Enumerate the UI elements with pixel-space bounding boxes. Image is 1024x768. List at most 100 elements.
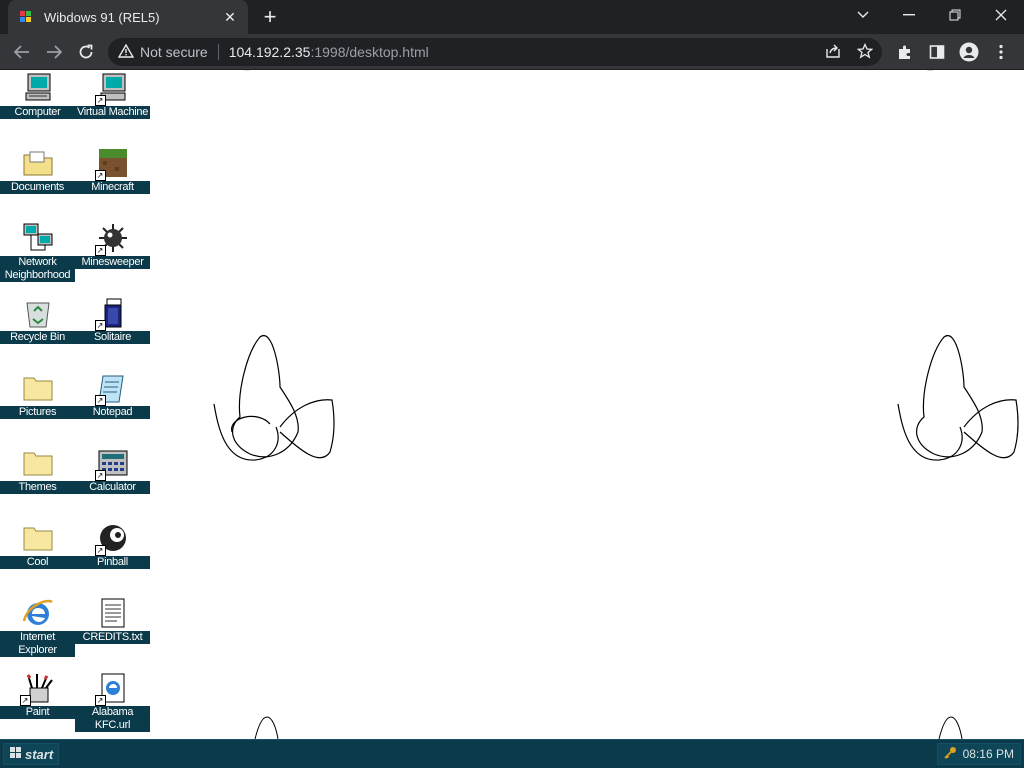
shortcut-arrow-icon: ↗ (94, 320, 106, 331)
warning-triangle-icon[interactable] (117, 43, 135, 61)
internet-explorer-icon (20, 595, 56, 631)
url-path: :1998/desktop.html (310, 44, 429, 60)
icon-label: Alabama KFC.url (75, 706, 150, 732)
not-secure-label: Not secure (140, 44, 208, 60)
wallpaper-doodle (254, 716, 279, 739)
desktop-icon-paint[interactable]: ↗ Paint (0, 670, 75, 719)
pinball-icon: ↗ (94, 520, 131, 556)
address-separator (217, 44, 219, 60)
desktop-icon-minecraft[interactable]: ↗ Minecraft (75, 145, 150, 194)
shortcut-arrow-icon: ↗ (94, 695, 106, 706)
shortcut-arrow-icon: ↗ (94, 170, 106, 181)
start-button[interactable]: start (3, 743, 59, 765)
shortcut-arrow-icon: ↗ (94, 245, 106, 256)
address-bar[interactable]: Not secure 104.192.2.35:1998/desktop.htm… (108, 38, 882, 66)
icon-label: Calculator (75, 481, 150, 494)
desktop-icon-documents[interactable]: Documents (0, 145, 75, 194)
folder-icon (20, 520, 56, 556)
desktop-icon-computer[interactable]: Computer (0, 70, 75, 119)
documents-folder-icon (20, 145, 56, 181)
text-document-icon (95, 595, 131, 631)
icon-label: Pinball (75, 556, 150, 569)
back-arrow-icon[interactable] (8, 38, 36, 66)
forward-arrow-icon[interactable] (40, 38, 68, 66)
desktop-icon-solitaire[interactable]: ↗ Solitaire (75, 295, 150, 344)
desktop-icon-cool[interactable]: Cool (0, 520, 75, 569)
start-label: start (25, 746, 54, 762)
folder-icon (20, 445, 56, 481)
profile-avatar-icon[interactable] (959, 42, 979, 62)
browser-tab[interactable]: Wibdows 91 (REL5) ✕ (8, 0, 248, 34)
shortcut-arrow-icon: ↗ (19, 695, 31, 706)
wallpaper-doodle (244, 70, 252, 71)
close-tab-icon[interactable]: ✕ (222, 9, 238, 25)
windows-logo-icon (10, 746, 22, 762)
taskbar: start 08:16 PM (0, 739, 1024, 768)
key-icon[interactable] (943, 746, 957, 763)
icon-label: Internet Explorer (0, 631, 75, 657)
restore-window-button[interactable] (932, 0, 978, 30)
playing-cards-icon: ↗ (94, 295, 131, 331)
notepad-icon: ↗ (94, 370, 131, 406)
icon-label: Virtual Machine (75, 106, 150, 119)
folder-icon (20, 370, 56, 406)
icon-label: Cool (0, 556, 75, 569)
desktop-icon-pictures[interactable]: Pictures (0, 370, 75, 419)
desktop-icon-virtual-machine[interactable]: ↗ Virtual Machine (75, 70, 150, 119)
desktop-icon-notepad[interactable]: ↗ Notepad (75, 370, 150, 419)
icon-label: Minesweeper (75, 256, 150, 269)
wallpaper-doodle (897, 334, 1019, 461)
recycle-bin-icon (20, 295, 56, 331)
new-tab-button[interactable]: + (258, 4, 282, 29)
windows-flag-favicon-icon (18, 9, 34, 25)
shortcut-arrow-icon: ↗ (94, 95, 106, 106)
url-host: 104.192.2.35 (228, 44, 311, 60)
desktop-icon-alabama-kfc-url[interactable]: ↗ Alabama KFC.url (75, 670, 150, 732)
icon-label: Paint (0, 706, 75, 719)
minimize-window-button[interactable] (886, 0, 932, 30)
browser-menu-icon[interactable] (991, 42, 1011, 62)
desktop-icon-calculator[interactable]: ↗ Calculator (75, 445, 150, 494)
desktop-icon-credits-txt[interactable]: CREDITS.txt (75, 595, 150, 644)
calculator-icon: ↗ (94, 445, 131, 481)
icon-label: Network Neighborhood (0, 256, 75, 282)
tab-title: Wibdows 91 (REL5) (44, 9, 160, 25)
tab-search-chevron-icon[interactable] (840, 0, 886, 30)
wallpaper-doodle (927, 70, 935, 71)
bookmark-star-icon[interactable] (855, 41, 875, 61)
browser-toolbar: Not secure 104.192.2.35:1998/desktop.htm… (0, 34, 1024, 70)
wallpaper-doodle (213, 334, 335, 461)
share-icon[interactable] (823, 41, 843, 61)
desktop-icon-pinball[interactable]: ↗ Pinball (75, 520, 150, 569)
side-panel-icon[interactable] (927, 42, 947, 62)
desktop-icon-internet-explorer[interactable]: Internet Explorer (0, 595, 75, 657)
reload-icon[interactable] (72, 38, 100, 66)
desktop-icon-minesweeper[interactable]: ↗ Minesweeper (75, 220, 150, 269)
paint-brushes-icon: ↗ (19, 670, 56, 706)
internet-shortcut-icon: ↗ (94, 670, 131, 706)
close-window-button[interactable] (978, 0, 1024, 30)
icon-label: Pictures (0, 406, 75, 419)
shortcut-arrow-icon: ↗ (94, 470, 106, 481)
mine-bomb-icon: ↗ (94, 220, 131, 256)
desktop-icon-network-neighborhood[interactable]: Network Neighborhood (0, 220, 75, 282)
desktop-icon-recycle-bin[interactable]: Recycle Bin (0, 295, 75, 344)
wallpaper-doodle (938, 716, 963, 739)
icon-label: Recycle Bin (0, 331, 75, 344)
desktop-icon-themes[interactable]: Themes (0, 445, 75, 494)
shortcut-arrow-icon: ↗ (94, 395, 106, 406)
shortcut-arrow-icon: ↗ (94, 545, 106, 556)
icon-label: CREDITS.txt (75, 631, 150, 644)
desktop[interactable]: Computer ↗ Virtual Machine Documents ↗ M… (0, 70, 1024, 739)
computer-icon (20, 70, 56, 106)
network-computers-icon (20, 220, 56, 256)
icon-label: Notepad (75, 406, 150, 419)
browser-tab-strip: Wibdows 91 (REL5) ✕ + (0, 0, 1024, 34)
icon-label: Computer (0, 106, 75, 119)
system-tray[interactable]: 08:16 PM (937, 743, 1021, 765)
icon-label: Solitaire (75, 331, 150, 344)
computer-shortcut-icon: ↗ (94, 70, 131, 106)
extensions-puzzle-icon[interactable] (895, 42, 915, 62)
icon-label: Minecraft (75, 181, 150, 194)
clock[interactable]: 08:16 PM (963, 747, 1014, 761)
